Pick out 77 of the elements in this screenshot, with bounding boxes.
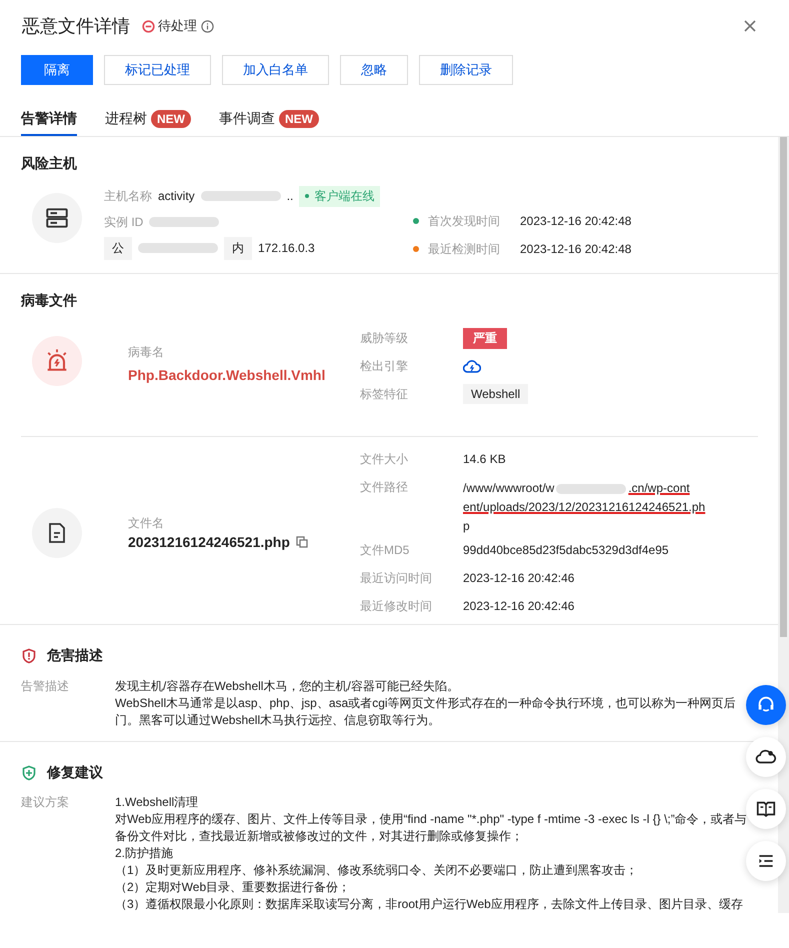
field-value: 99dd40bce85d23f5dabc5329d3df4e95 [463,543,669,557]
ip-address: 172.16.0.3 [258,241,315,255]
scrollbar-thumb[interactable] [780,137,787,637]
action-button[interactable]: 忽略 [340,55,408,85]
field-value: 2023-12-16 20:42:48 [520,242,632,256]
field-value: 2023-12-16 20:42:46 [463,599,574,613]
path-text: p [463,518,470,535]
ip-tag: 公 [104,236,132,260]
description-text: 发现主机/容器存在Webshell木马，您的主机/容器可能已经失陷。 [115,678,460,695]
path-text: ent/uploads/2023/12/20231216124246521.ph [463,499,706,516]
copy-icon[interactable] [296,536,308,548]
new-badge: NEW [151,110,191,128]
suggestion-text: （3）遵循权限最小化原则：数据库采取读写分离，非root用户运行Web应用程序，去除文件上传目录、图片目录、缓存 [115,896,744,913]
field-label: 威胁等级 [360,330,409,346]
close-icon[interactable] [743,19,757,33]
action-button[interactable]: 删除记录 [419,55,513,85]
field-value: 14.6 KB [463,452,506,466]
shield-alert-icon [21,648,37,664]
status-label: 待处理 [158,17,197,35]
description-text: WebShell木马通常是以asp、php、jsp、asa或者cgi等网页文件形式存在的一种命令执行环境，也可以称为一种网页后门。黑客可以通过Webshell木马执行远控、信息窃取等行为。 [115,695,737,729]
suggestion-text: 1.Webshell清理 [115,794,200,811]
redacted-block [556,484,626,494]
field-label: 告警描述 [21,678,70,695]
document-icon [32,508,82,558]
section-title: 风险主机 [21,154,78,173]
suggestion-text: 2.防护措施 [115,845,174,862]
feature-tag: Webshell [463,384,528,404]
shield-plus-icon [21,765,37,781]
section-title: 修复建议 [47,764,103,782]
action-button[interactable]: 加入白名单 [222,55,329,85]
section-title: 病毒文件 [21,291,78,310]
list-icon[interactable] [746,841,786,881]
suggestion-text: （2）定期对Web目录、重要数据进行备份； [115,879,352,896]
cloud-bolt-icon [463,358,481,374]
tab[interactable]: 进程树 [105,110,147,136]
field-label: 病毒名 [128,344,165,361]
section-title: 危害描述 [47,647,103,665]
field-label: 文件路径 [360,479,409,496]
virus-name: Php.Backdoor.Webshell.Vmhl [128,367,326,383]
field-label: 建议方案 [21,794,70,811]
server-icon [32,193,82,243]
suggestion-text: 对Web应用程序的缓存、图片、文件上传等目录，使用“find -name "*.php" -type f -mtime -3 -exec ls -l {} \;”命令，或者与备份文件对比，查找最近新增或被修改过的文件，对其进行删除或修复操作； [115,811,748,845]
cloud-icon[interactable] [746,737,786,777]
minus-circle-icon [142,20,155,32]
field-label: 标签特征 [360,386,409,402]
book-icon[interactable] [746,789,786,829]
host-name: activity [158,189,195,203]
field-label: 文件MD5 [360,542,410,558]
ip-tag: 内 [224,236,252,260]
online-tag: 客户端在线 [299,186,380,206]
action-button[interactable]: 标记已处理 [104,55,211,85]
field-label: 检出引擎 [360,358,409,374]
field-label: 文件名 [128,515,165,532]
severity-badge: 严重 [463,328,507,348]
path-text: /www/wwwroot/w [463,480,554,497]
tab[interactable]: 告警详情 [21,110,77,136]
field-label: 主机名称 [104,188,152,204]
action-button[interactable]: 隔离 [21,55,93,85]
headset-icon[interactable] [746,685,786,725]
redacted-block [149,217,220,227]
field-label: 最近检测时间 [428,240,501,258]
field-label: 实例 ID [104,214,144,230]
tab[interactable]: 事件调查 [219,110,275,136]
field-label: 文件大小 [360,450,409,468]
field-label: 首次发现时间 [428,212,501,230]
file-name: 20231216124246521.php [128,534,290,550]
suggestion-text: （1）及时更新应用程序、修补系统漏洞、修改系统弱口令、关闭不必要端口，防止遭到黑客攻击； [115,862,639,879]
drawer-title: 恶意文件详情 [22,15,130,38]
path-text: .cn/wp-cont [628,480,690,497]
ellipsis-text: .. [286,189,294,203]
info-icon[interactable] [201,20,214,32]
field-label: 最近访问时间 [360,570,433,586]
alarm-light-icon [32,336,82,386]
field-value: 2023-12-16 20:42:48 [520,214,632,228]
new-badge: NEW [279,110,319,128]
field-label: 最近修改时间 [360,598,433,614]
field-value: 2023-12-16 20:42:46 [463,571,574,585]
